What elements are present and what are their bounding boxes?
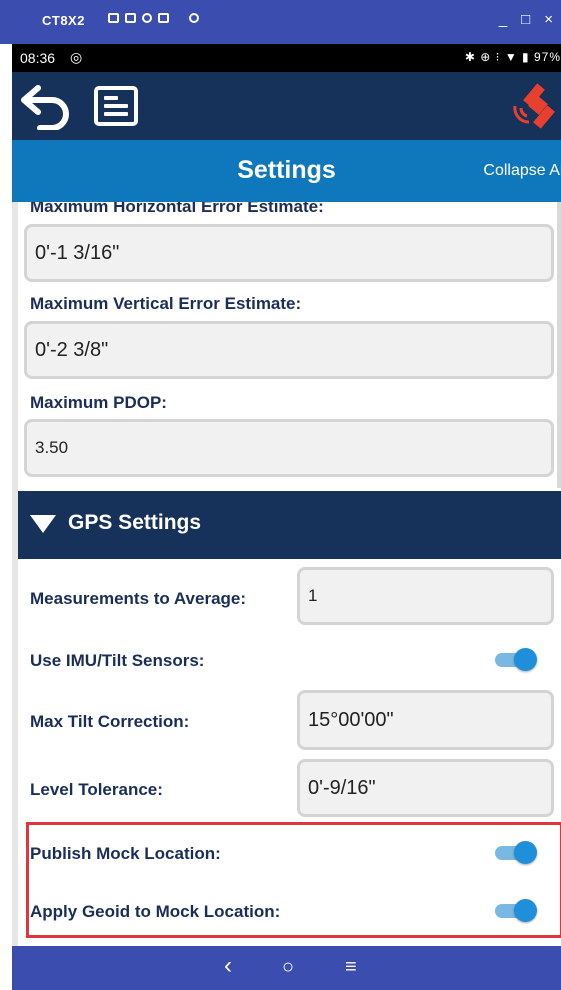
window-title: CT8X2 [42, 13, 85, 28]
publish-mock-toggle[interactable] [495, 841, 537, 864]
panel-edge [557, 202, 561, 488]
android-nav-bar: ‹ ○ ≡ [12, 946, 561, 990]
max-horizontal-input[interactable]: 0'-1 3/16" [24, 224, 554, 282]
max-tilt-label: Max Tilt Correction: [30, 712, 190, 731]
status-time: 08:36 [20, 50, 56, 66]
collapse-all-button[interactable]: Collapse All [483, 162, 561, 180]
settings-header: Settings Collapse All [12, 140, 561, 202]
window-title-bar: CT8X2 _ □ × [0, 0, 561, 44]
triangle-down-icon [30, 515, 56, 533]
nav-home-button[interactable]: ○ [282, 956, 294, 979]
imu-toggle[interactable] [495, 648, 537, 671]
level-tolerance-input[interactable]: 0'-9/16" [297, 759, 554, 817]
video-icon[interactable] [125, 13, 136, 23]
close-button[interactable]: × [544, 11, 553, 28]
max-horizontal-label: Maximum Horizontal Error Estimate: [30, 202, 324, 216]
back-arrow-icon[interactable] [20, 82, 72, 130]
headphones-icon[interactable] [142, 13, 152, 23]
gear-icon[interactable] [189, 13, 199, 23]
settings-content[interactable]: Maximum Horizontal Error Estimate: 0'-1 … [12, 202, 561, 946]
gps-settings-title: GPS Settings [68, 511, 202, 534]
status-icons: ✱ ⊕ ⁝ ▼ ▮ 97% [464, 50, 561, 64]
list-menu-icon[interactable] [94, 86, 138, 126]
max-pdop-input[interactable]: 3.50 [24, 419, 554, 477]
max-vertical-input[interactable]: 0'-2 3/8" [24, 321, 554, 379]
apply-geoid-toggle[interactable] [495, 899, 537, 922]
page-title: Settings [237, 156, 336, 184]
publish-mock-label: Publish Mock Location: [30, 844, 221, 863]
fullscreen-icon[interactable] [158, 13, 169, 23]
measurements-label: Measurements to Average: [30, 589, 247, 608]
measurements-input[interactable]: 1 [297, 567, 554, 625]
apply-geoid-label: Apply Geoid to Mock Location: [30, 902, 281, 921]
level-tolerance-label: Level Tolerance: [30, 780, 163, 799]
maximize-button[interactable]: □ [521, 11, 530, 28]
app-toolbar [12, 72, 561, 140]
window-toolbar-icons [108, 13, 199, 23]
camera-icon[interactable] [108, 13, 119, 23]
nav-recents-button[interactable]: ≡ [345, 956, 357, 979]
max-tilt-input[interactable]: 15°00'00" [297, 690, 554, 750]
max-pdop-label: Maximum PDOP: [30, 393, 167, 412]
minimize-button[interactable]: _ [499, 11, 507, 28]
window-controls: _ □ × [499, 11, 553, 28]
nav-back-button[interactable]: ‹ [224, 952, 232, 980]
imu-label: Use IMU/Tilt Sensors: [30, 651, 205, 670]
gps-settings-section-header[interactable]: GPS Settings [18, 491, 561, 559]
max-vertical-label: Maximum Vertical Error Estimate: [30, 294, 302, 313]
sync-icon: ◎ [70, 49, 83, 65]
android-status-bar: 08:36 ◎ ✱ ⊕ ⁝ ▼ ▮ 97% [12, 44, 561, 72]
satellite-icon[interactable] [509, 80, 555, 132]
